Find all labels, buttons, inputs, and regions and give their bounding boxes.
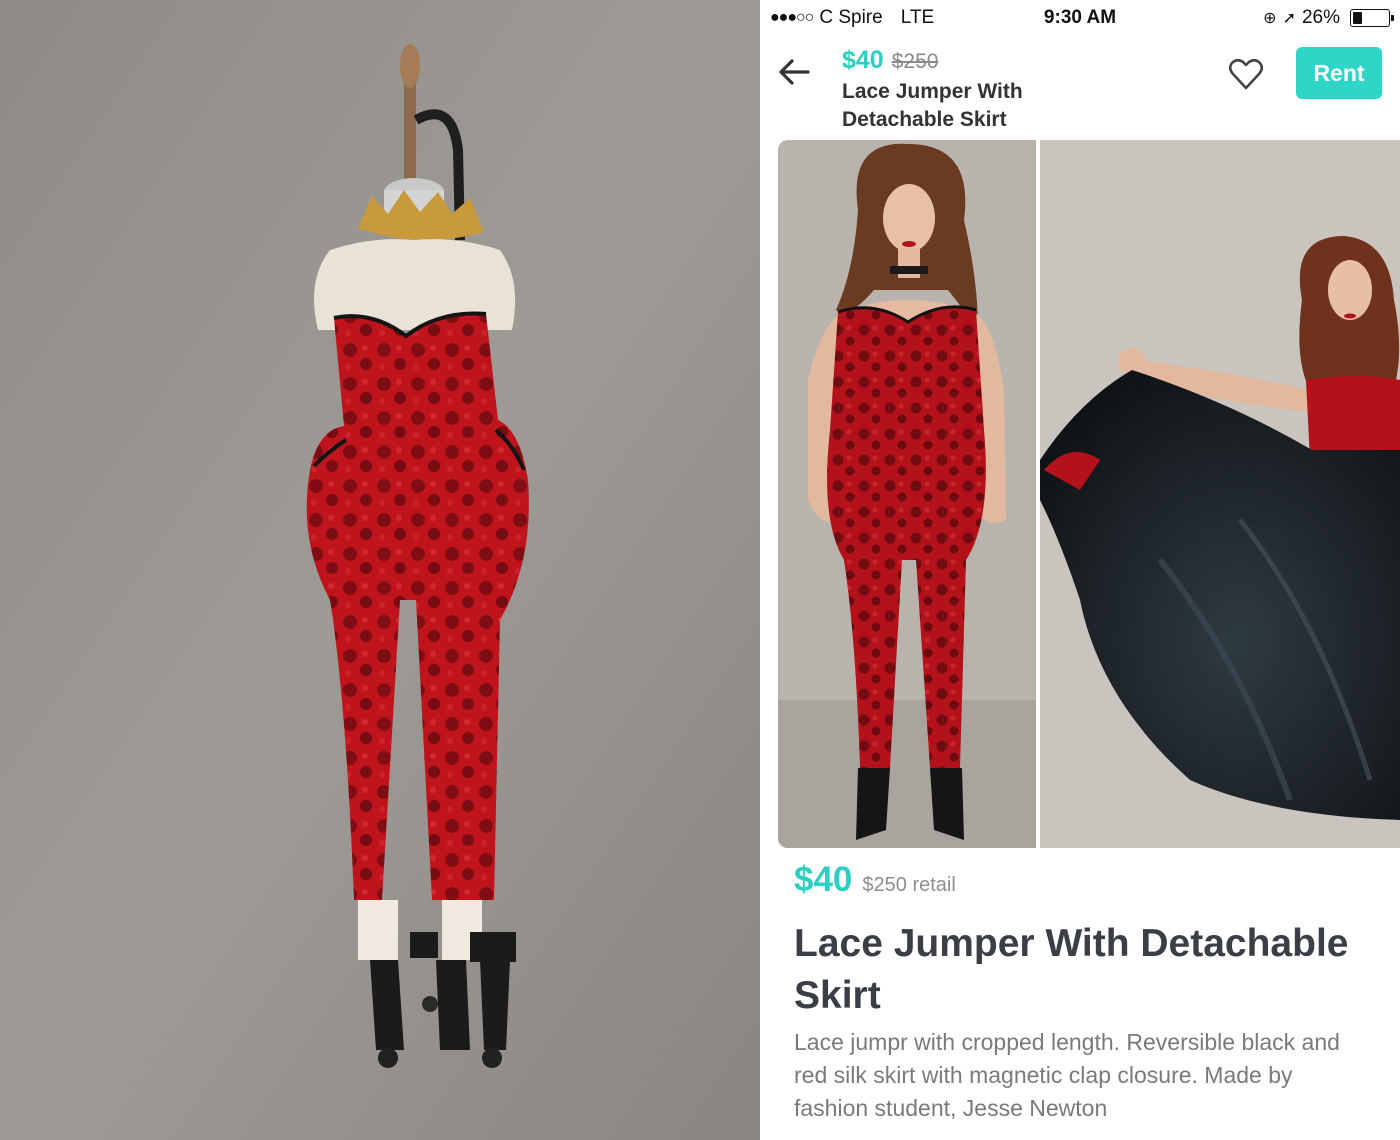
gallery-photo-jumpsuit[interactable] [778,140,1036,848]
header-title: Lace Jumper With Detachable Skirt [842,80,1023,131]
product-description: Lace jumpr with cropped length. Reversib… [794,1029,1340,1121]
battery-level [1353,12,1362,24]
status-bar: ●●●○○ C Spire LTE 9:30 AM ⊕ ➚ 26% [760,0,1400,36]
location-icon: ➚ [1282,10,1296,27]
mannequin-photo-image [0,0,760,1140]
detail-retail-price: $250 retail [862,874,956,896]
battery-percent: 26% [1301,7,1340,28]
header-current-price: $40 [842,46,884,74]
heart-outline-icon [1228,58,1264,90]
orientation-lock-icon: ⊕ [1263,10,1277,27]
jumpsuit-model-image [778,140,1036,848]
product-header: $40 $250 Lace Jumper With Detachable Ski… [760,36,1400,138]
back-button[interactable] [774,52,814,92]
detail-current-price: $40 [794,860,853,899]
skirt-model-image [1040,140,1400,848]
favorite-button[interactable] [1226,54,1266,94]
mannequin-photo [0,0,760,1140]
product-title: Lace Jumper With Detachable Skirt [794,922,1349,1017]
product-gallery[interactable] [778,140,1400,848]
gallery-photo-skirt[interactable] [1040,140,1400,848]
rent-button[interactable]: Rent [1296,47,1382,99]
phone-screen: ●●●○○ C Spire LTE 9:30 AM ⊕ ➚ 26% $40 $2… [760,0,1400,1140]
header-price: $40 $250 [842,46,938,75]
header-original-price: $250 [891,50,939,73]
detail-price: $40 $250 retail [794,860,956,900]
status-right: ⊕ ➚ 26% [1263,7,1394,29]
battery-icon [1350,9,1394,27]
arrow-left-icon [779,59,810,85]
